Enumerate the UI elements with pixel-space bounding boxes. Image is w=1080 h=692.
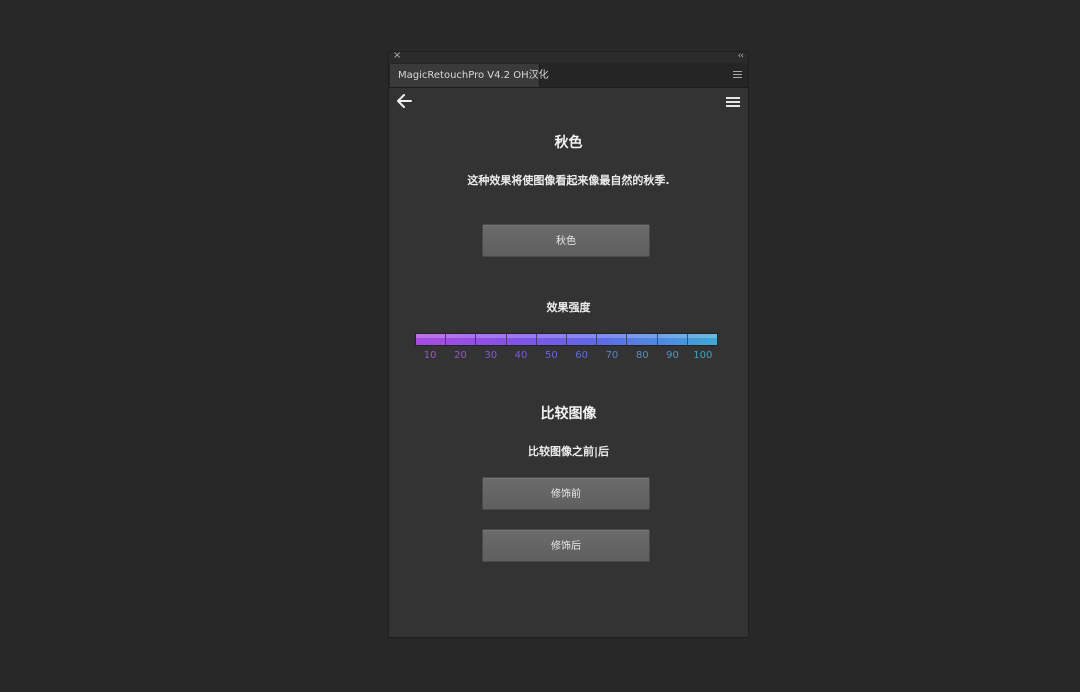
strength-tick-40[interactable]: 40 xyxy=(506,350,536,362)
strength-slider[interactable] xyxy=(415,333,718,346)
strength-segment-60[interactable] xyxy=(567,334,598,345)
retouch-panel: × ‹‹ MagicRetouchPro V4.2 OH汉化 秋色 这种效果将使… xyxy=(389,50,748,637)
strength-tick-50[interactable]: 50 xyxy=(536,350,566,362)
panel-titlebar: × ‹‹ xyxy=(389,50,748,63)
panel-menu-icon[interactable] xyxy=(733,71,742,80)
before-button[interactable]: 修饰前 xyxy=(482,477,650,510)
strength-segment-70[interactable] xyxy=(597,334,628,345)
compare-title: 比较图像 xyxy=(540,406,597,422)
strength-tick-20[interactable]: 20 xyxy=(445,350,475,362)
strength-tick-labels: 10 20 30 40 50 60 70 80 90 100 xyxy=(415,350,718,362)
panel-tabbar: MagicRetouchPro V4.2 OH汉化 xyxy=(389,63,748,88)
strength-segment-80[interactable] xyxy=(627,334,658,345)
strength-segment-30[interactable] xyxy=(476,334,507,345)
strength-tick-10[interactable]: 10 xyxy=(415,350,445,362)
strength-tick-80[interactable]: 80 xyxy=(627,350,657,362)
tab-magicretouchpro[interactable]: MagicRetouchPro V4.2 OH汉化 xyxy=(390,64,549,87)
strength-segment-40[interactable] xyxy=(506,334,537,345)
close-icon[interactable]: × xyxy=(393,50,401,62)
strength-label: 效果强度 xyxy=(546,301,591,314)
strength-tick-90[interactable]: 90 xyxy=(657,350,687,362)
arrow-left-icon[interactable] xyxy=(397,94,413,108)
strength-tick-70[interactable]: 70 xyxy=(597,350,627,362)
strength-segment-10[interactable] xyxy=(416,334,447,345)
strength-segment-90[interactable] xyxy=(657,334,688,345)
strength-tick-60[interactable]: 60 xyxy=(566,350,596,362)
strength-tick-100[interactable]: 100 xyxy=(688,350,718,362)
collapse-icon[interactable]: ‹‹ xyxy=(738,50,744,62)
after-button[interactable]: 修饰后 xyxy=(482,529,650,562)
hamburger-menu-icon[interactable] xyxy=(726,97,740,109)
apply-autumn-button[interactable]: 秋色 xyxy=(482,224,650,257)
strength-segment-20[interactable] xyxy=(446,334,477,345)
strength-segment-100[interactable] xyxy=(687,334,718,345)
compare-subtitle: 比较图像之前|后 xyxy=(527,445,610,458)
effect-title: 秋色 xyxy=(554,135,583,151)
strength-segment-50[interactable] xyxy=(536,334,568,345)
strength-tick-30[interactable]: 30 xyxy=(476,350,506,362)
effect-description: 这种效果将使图像看起来像最自然的秋季. xyxy=(467,174,670,187)
